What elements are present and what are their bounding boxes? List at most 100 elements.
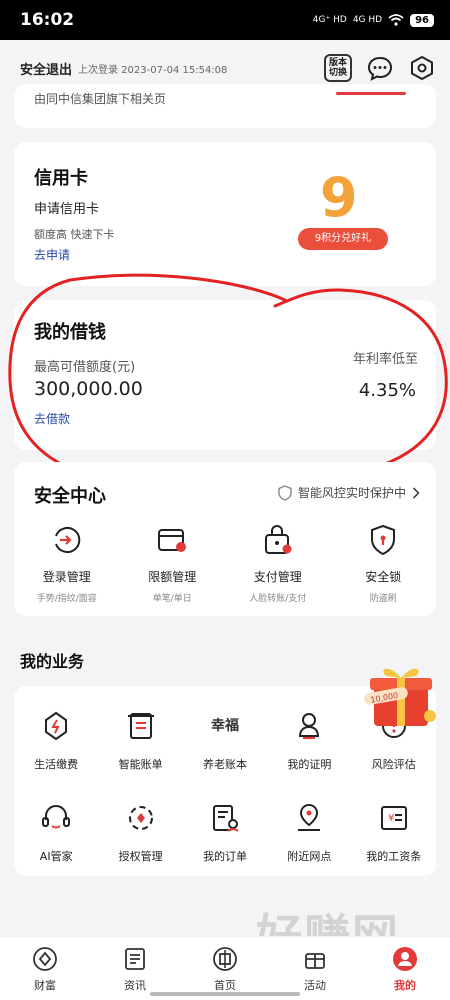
tab-profile[interactable]: 我的 <box>360 937 450 1000</box>
tab-activity[interactable]: 活动 <box>270 937 360 1000</box>
points-promo-banner[interactable]: 9 9积分兑好礼 <box>298 170 388 254</box>
credit-card-section: 信用卡 申请信用卡 额度高 快速下卡 去申请 9 9积分兑好礼 <box>14 142 436 286</box>
business-item-label: AI管家 <box>39 850 73 863</box>
business-item[interactable]: 生活缴费 <box>14 708 98 772</box>
apply-credit-card-desc: 额度高 快速下卡 <box>34 228 115 241</box>
chat-bubble-icon <box>367 56 393 81</box>
borrow-link[interactable]: 去借款 <box>34 410 70 427</box>
business-item-label: 我的工资条 <box>366 850 422 863</box>
signal-2-icon: 4G HD <box>352 15 383 25</box>
security-item-label: 限额管理 <box>148 570 197 584</box>
business-item[interactable]: 我的证明 <box>267 708 351 772</box>
tab-home[interactable]: 首页 <box>180 937 270 1000</box>
ai-assistant-icon <box>38 800 74 836</box>
wealth-icon <box>31 945 59 973</box>
authorization-icon <box>123 800 159 836</box>
bottom-tab-bar: 财富 资讯 首页 活动 我的 <box>0 936 450 1000</box>
business-item-label: 智能账单 <box>118 758 163 771</box>
credit-card-title: 信用卡 <box>34 168 88 189</box>
protection-shield-icon <box>278 484 292 501</box>
business-item-label: 授权管理 <box>118 850 163 863</box>
security-item-sub: 防盗刷 <box>369 594 397 604</box>
security-item-sub: 手势/指纹/面容 <box>36 594 97 604</box>
business-item-label: 附近网点 <box>287 850 332 863</box>
loan-section[interactable]: 我的借钱 最高可借额度(元) 300,000.00 去借款 年利率低至 4.35… <box>14 300 436 450</box>
my-business-title: 我的业务 <box>20 652 85 671</box>
version-switch-button[interactable]: 版本切换 <box>324 54 352 82</box>
security-item[interactable]: 安全锁 防盗刷 <box>331 522 437 604</box>
tab-label: 我的 <box>394 979 416 992</box>
business-item[interactable]: 智能账单 <box>98 708 182 772</box>
previous-card-button-edge[interactable] <box>336 92 406 95</box>
status-bar: 16:02 4G⁺ HD 4G HD 96 <box>0 0 450 40</box>
previous-card-text: 由同中信集团旗下相关页 <box>34 92 167 106</box>
chevron-right-icon <box>412 486 420 499</box>
pension-icon: 幸福 <box>207 708 243 744</box>
security-status-link[interactable]: 智能风控实时保护中 <box>278 484 420 501</box>
security-item[interactable]: 限额管理 单笔/单日 <box>120 522 226 604</box>
business-item[interactable]: 我的订单 <box>183 800 267 864</box>
login-icon <box>49 522 85 558</box>
business-item-label: 我的订单 <box>202 850 247 863</box>
business-item-label: 风险评估 <box>371 758 416 771</box>
security-item[interactable]: 支付管理 人脸转账/支付 <box>225 522 331 604</box>
battery-icon: 96 <box>410 13 434 27</box>
apply-credit-card-link[interactable]: 去申请 <box>34 246 70 263</box>
loan-rate-value: 4.35% <box>358 380 416 401</box>
promo-badge: 9积分兑好礼 <box>298 228 388 250</box>
settings-hexagon-icon <box>411 55 433 81</box>
activity-icon <box>301 945 329 973</box>
security-center-section: 安全中心 智能风控实时保护中 登录管理 手势/指纹/面容 限额管理 单笔/单日 … <box>14 462 436 616</box>
business-item[interactable]: AI管家 <box>14 800 98 864</box>
pension-glyph: 幸福 <box>210 718 239 734</box>
limit-card-icon <box>154 522 190 558</box>
signal-1-icon: 4G⁺ HD <box>312 15 347 25</box>
location-icon <box>291 800 327 836</box>
certificate-icon <box>291 708 327 744</box>
order-icon <box>207 800 243 836</box>
home-logo-icon <box>211 945 239 973</box>
tab-label: 首页 <box>214 979 236 992</box>
home-indicator[interactable] <box>150 992 300 996</box>
security-center-title: 安全中心 <box>34 486 106 507</box>
payslip-icon: ¥ <box>376 800 412 836</box>
settings-button[interactable] <box>408 54 436 82</box>
business-item[interactable]: ¥ 我的工资条 <box>352 800 436 864</box>
security-item-label: 支付管理 <box>253 570 302 584</box>
business-item[interactable]: 幸福 养老账本 <box>183 708 267 772</box>
bill-icon <box>123 708 159 744</box>
status-time: 16:02 <box>20 10 75 30</box>
previous-card: 由同中信集团旗下相关页 <box>14 84 436 128</box>
news-icon <box>121 945 149 973</box>
tab-label: 资讯 <box>124 979 146 992</box>
shield-lock-icon <box>365 522 401 558</box>
gift-box-promo[interactable]: 10,000 <box>360 656 442 734</box>
business-item[interactable]: 授权管理 <box>98 800 182 864</box>
loan-limit-value: 300,000.00 <box>34 378 143 400</box>
security-item-label: 登录管理 <box>42 570 91 584</box>
wifi-icon <box>388 14 404 26</box>
security-item-label: 安全锁 <box>365 570 402 584</box>
business-item-label: 养老账本 <box>202 758 247 771</box>
promo-number: 9 <box>320 166 358 229</box>
security-item-sub: 人脸转账/支付 <box>249 594 307 604</box>
status-icons: 4G⁺ HD 4G HD 96 <box>312 13 434 27</box>
profile-icon <box>391 945 419 973</box>
tab-news[interactable]: 资讯 <box>90 937 180 1000</box>
business-item[interactable]: 附近网点 <box>267 800 351 864</box>
tab-wealth[interactable]: 财富 <box>0 937 90 1000</box>
loan-limit-label: 最高可借额度(元) <box>34 360 136 375</box>
business-item-label: 我的证明 <box>287 758 332 771</box>
security-item[interactable]: 登录管理 手势/指纹/面容 <box>14 522 120 604</box>
svg-text:¥: ¥ <box>388 813 394 824</box>
last-login-text: 上次登录 2023-07-04 15:54:08 <box>78 64 228 76</box>
business-item-label: 生活缴费 <box>34 758 79 771</box>
security-status-text: 智能风控实时保护中 <box>297 486 406 500</box>
apply-credit-card-title: 申请信用卡 <box>34 202 100 217</box>
logout-button[interactable]: 安全退出 <box>20 59 72 78</box>
message-button[interactable] <box>366 54 394 82</box>
tab-label: 财富 <box>34 979 56 992</box>
tab-label: 活动 <box>304 979 326 992</box>
loan-rate-label: 年利率低至 <box>352 352 418 367</box>
loan-title: 我的借钱 <box>34 322 106 343</box>
